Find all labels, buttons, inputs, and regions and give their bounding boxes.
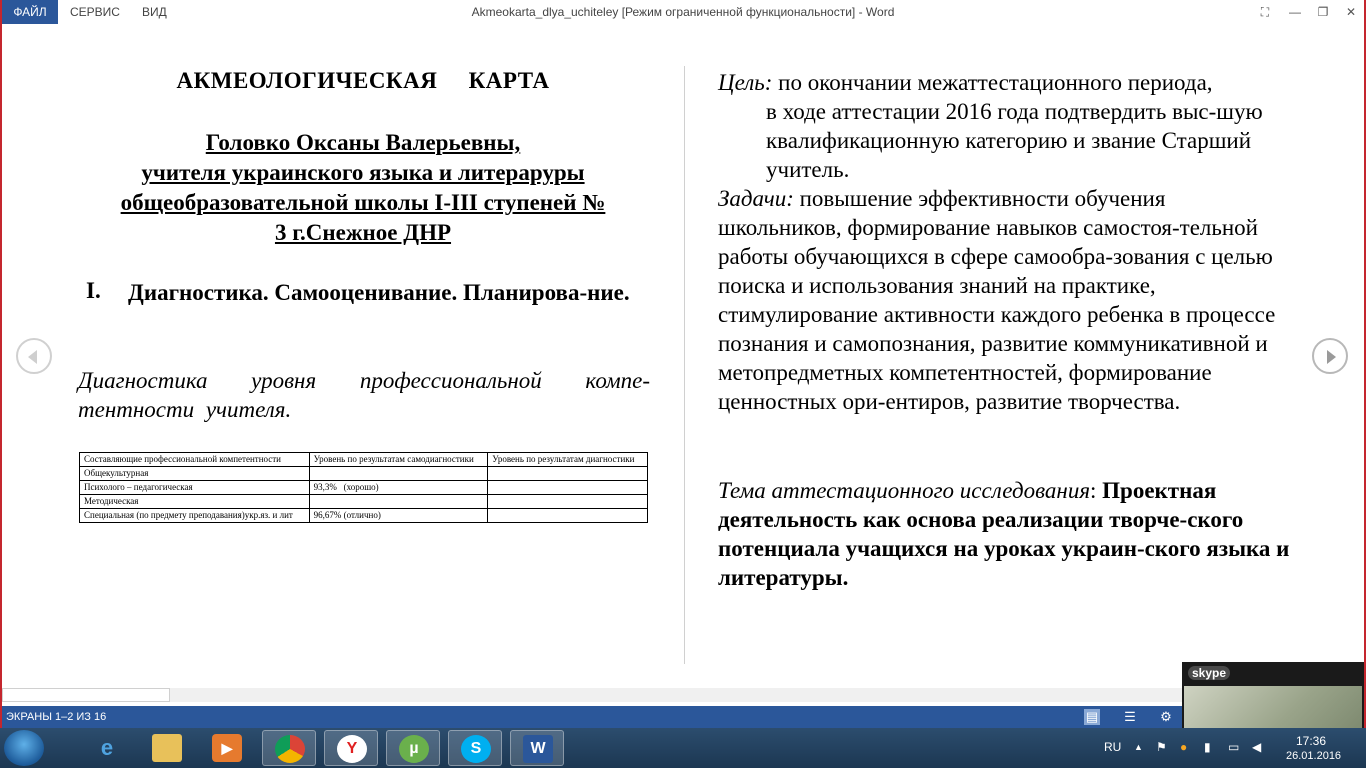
tasks-paragraph: Задачи: повышение эффективности обучения… bbox=[718, 184, 1290, 416]
show-hidden-icons-icon[interactable]: ▲ bbox=[1134, 742, 1143, 752]
restore-icon[interactable]: ❐ bbox=[1312, 2, 1334, 22]
next-screen-button[interactable] bbox=[1312, 338, 1348, 374]
tasks-label: Задачи: bbox=[718, 186, 794, 211]
yandex-glyph: Y bbox=[337, 735, 367, 763]
print-layout-icon[interactable]: ☰ bbox=[1122, 709, 1138, 725]
goal-first-line: по окончании межаттестационного периода, bbox=[778, 70, 1213, 95]
table-row: Специальная (по предмету преподавания)ук… bbox=[79, 508, 648, 523]
action-center-flag-icon[interactable]: ⚑ bbox=[1156, 740, 1167, 754]
table-cell: 96,67% (отлично) bbox=[308, 508, 489, 523]
document-title: АКМЕОЛОГИЧЕСКАЯ КАРТА bbox=[176, 68, 550, 93]
skype-video-thumbnail bbox=[1184, 686, 1362, 728]
device-icon[interactable]: ▮ bbox=[1204, 740, 1211, 754]
author-block: Головко Оксаны Валерьевны, учителя украи… bbox=[78, 128, 648, 248]
volume-icon[interactable]: ◀ bbox=[1252, 740, 1261, 754]
topic-paragraph: Тема аттестационного исследования: Проек… bbox=[718, 476, 1290, 592]
table-cell: Психолого – педагогическая bbox=[79, 480, 310, 495]
skype-glyph: S bbox=[461, 735, 491, 763]
table-cell: Общекультурная bbox=[79, 466, 310, 481]
table-row: Методическая bbox=[79, 494, 648, 509]
table-cell bbox=[308, 466, 489, 481]
start-button[interactable] bbox=[4, 730, 44, 766]
goal-continuation: в ходе аттестации 2016 года подтвердить … bbox=[766, 99, 1263, 182]
table-cell: Методическая bbox=[79, 494, 310, 509]
chevron-left-icon bbox=[28, 350, 37, 364]
horizontal-scrollbar-thumb[interactable] bbox=[2, 688, 170, 702]
internet-explorer-icon[interactable]: e bbox=[80, 730, 134, 766]
previous-screen-button[interactable] bbox=[16, 338, 52, 374]
table-cell bbox=[487, 466, 648, 481]
table-row: Общекультурная bbox=[79, 466, 648, 481]
clock-date[interactable]: 26.01.2016 bbox=[1286, 750, 1341, 762]
chrome-glyph bbox=[275, 735, 305, 763]
play-glyph: ▶ bbox=[212, 734, 242, 762]
section-number: I. bbox=[86, 278, 101, 303]
table-cell: 93,3% (хорошо) bbox=[308, 480, 489, 495]
chrome-icon[interactable] bbox=[262, 730, 316, 766]
media-player-icon[interactable]: ▶ bbox=[200, 730, 254, 766]
table-cell: Специальная (по предмету преподавания)ук… bbox=[79, 508, 310, 523]
author-line: 3 г.Снежное ДНР bbox=[274, 220, 452, 245]
word-window: ФАЙЛ СЕРВИС ВИД Akmeokarta_dlya_uchitele… bbox=[2, 0, 1364, 728]
table-header-cell: Уровень по результатам диагностики bbox=[487, 452, 648, 467]
chevron-right-icon bbox=[1327, 350, 1336, 364]
web-layout-icon[interactable]: ⚙ bbox=[1158, 709, 1174, 725]
skype-preview[interactable]: skype bbox=[1182, 662, 1364, 728]
word-glyph: W bbox=[523, 735, 553, 763]
author-line: учителя украинского языка и литераруры bbox=[141, 160, 585, 185]
goal-paragraph: Цель: по окончании межаттестационного пе… bbox=[718, 68, 1290, 184]
page-divider bbox=[684, 66, 685, 664]
table-cell bbox=[487, 494, 648, 509]
title-bar: ФАЙЛ СЕРВИС ВИД Akmeokarta_dlya_uchitele… bbox=[2, 0, 1364, 26]
table-header-row: Составляющие профессиональной компетентн… bbox=[79, 452, 648, 467]
table-header-cell: Составляющие профессиональной компетентн… bbox=[79, 452, 310, 467]
tasks-text: повышение эффективности обучения школьни… bbox=[718, 186, 1276, 414]
clock-time[interactable]: 17:36 bbox=[1296, 734, 1326, 748]
status-bar: ЭКРАНЫ 1–2 ИЗ 16 ▤ ☰ ⚙ bbox=[2, 706, 1364, 728]
author-line: Головко Оксаны Валерьевны, bbox=[205, 130, 521, 155]
table-cell bbox=[487, 508, 648, 523]
read-mode-icon[interactable]: ▤ bbox=[1084, 709, 1100, 725]
avast-icon[interactable]: ● bbox=[1180, 740, 1187, 754]
minimize-icon[interactable]: — bbox=[1284, 2, 1306, 22]
goal-label: Цель: bbox=[718, 70, 773, 95]
fullscreen-icon[interactable]: ⛶ bbox=[1254, 2, 1276, 22]
yandex-browser-icon[interactable]: Y bbox=[324, 730, 378, 766]
ie-glyph: e bbox=[100, 735, 114, 760]
file-explorer-icon[interactable] bbox=[140, 730, 194, 766]
close-icon[interactable]: ✕ bbox=[1340, 2, 1362, 22]
word-icon[interactable]: W bbox=[510, 730, 564, 766]
utorrent-glyph: µ bbox=[399, 735, 429, 763]
window-title: Akmeokarta_dlya_uchiteley [Режим огранич… bbox=[471, 5, 895, 19]
table-header-cell: Уровень по результатам самодиагностики bbox=[308, 452, 489, 467]
diagnostics-caption: Диагностика уровня профессиональной комп… bbox=[78, 368, 650, 422]
language-indicator[interactable]: RU bbox=[1104, 740, 1121, 754]
skype-icon[interactable]: S bbox=[448, 730, 502, 766]
table-cell bbox=[308, 494, 489, 509]
table-row: Психолого – педагогическая 93,3% (хорошо… bbox=[79, 480, 648, 495]
competence-table: Составляющие профессиональной компетентн… bbox=[79, 452, 648, 523]
horizontal-scroll-track[interactable] bbox=[2, 688, 1182, 702]
folder-glyph bbox=[152, 734, 182, 762]
utorrent-icon[interactable]: µ bbox=[386, 730, 440, 766]
topic-colon: : bbox=[1090, 478, 1103, 503]
table-cell bbox=[487, 480, 648, 495]
skype-logo: skype bbox=[1188, 666, 1231, 680]
author-line: общеобразовательной школы І-ІІІ ступеней… bbox=[120, 190, 606, 215]
section-title: Диагностика. Самооценивание. Планирова-н… bbox=[128, 280, 630, 305]
network-icon[interactable]: ▭ bbox=[1228, 740, 1239, 754]
topic-label: Тема аттестационного исследования bbox=[718, 478, 1091, 503]
screen-counter: ЭКРАНЫ 1–2 ИЗ 16 bbox=[6, 711, 107, 723]
taskbar: e ▶ Y µ S W RU ▲ ⚑ ● ▮ ▭ ◀ 17:36 26.01.2… bbox=[0, 728, 1366, 768]
